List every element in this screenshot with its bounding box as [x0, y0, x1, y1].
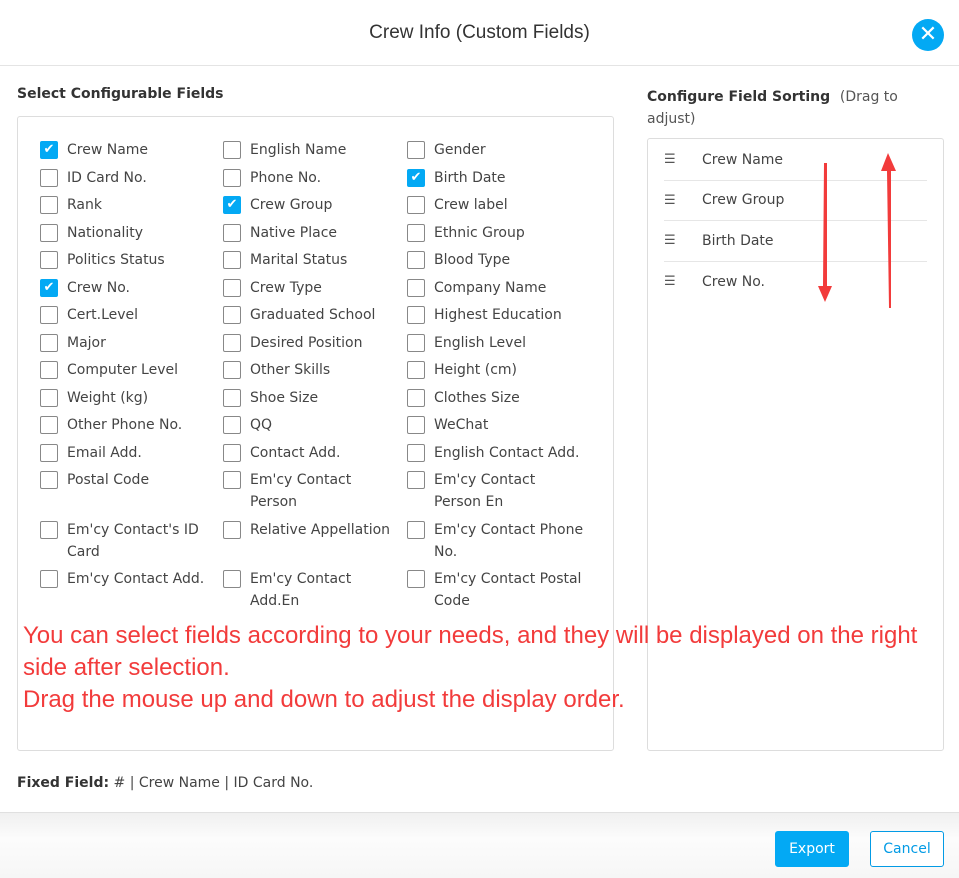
- drag-arrows: [818, 153, 896, 308]
- export-button[interactable]: Export: [775, 831, 849, 867]
- fixed-field-label: Fixed Field:: [17, 775, 110, 791]
- up-arrow: [881, 153, 896, 308]
- dialog-footer: Export Cancel: [0, 812, 959, 878]
- down-arrow: [818, 163, 832, 302]
- cancel-button[interactable]: Cancel: [870, 831, 944, 867]
- fixed-field-value: # | Crew Name | ID Card No.: [113, 775, 314, 791]
- fixed-fields: Fixed Field: # | Crew Name | ID Card No.: [17, 775, 313, 791]
